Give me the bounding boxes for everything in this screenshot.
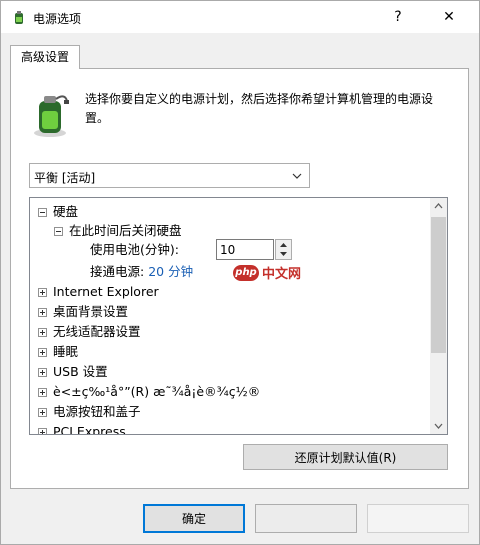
tree-node-label: è<±ç‰¹å°”(R) æ˜¾å¡è®¾ç½® xyxy=(53,384,261,399)
apply-button xyxy=(367,504,469,533)
close-button[interactable]: ✕ xyxy=(429,5,469,29)
spinner xyxy=(275,239,292,260)
expand-icon[interactable] xyxy=(38,368,47,377)
expand-icon[interactable] xyxy=(38,408,47,417)
tree-node-label: Internet Explorer xyxy=(53,284,159,299)
watermark-badge: php xyxy=(233,265,259,281)
tree-node-pci-express[interactable]: PCI Express xyxy=(38,422,126,435)
on-battery-label: 使用电池(分钟): xyxy=(90,242,179,257)
tree-node-internet-explorer[interactable]: Internet Explorer xyxy=(38,282,159,301)
description-text: 选择你要自定义的电源计划，然后选择你希望计算机管理的电源设置。 xyxy=(85,92,434,125)
tree-node-label: 硬盘 xyxy=(53,204,79,219)
power-options-icon xyxy=(15,11,23,24)
ok-button[interactable]: 确定 xyxy=(143,504,245,533)
cancel-button[interactable] xyxy=(255,504,357,533)
tree-node-label: 睡眠 xyxy=(53,344,79,359)
collapse-icon[interactable] xyxy=(38,208,47,217)
plugged-in-value-link[interactable]: 20 分钟 xyxy=(148,264,193,279)
spin-up-icon[interactable] xyxy=(276,240,291,249)
spin-down-icon[interactable] xyxy=(276,250,291,259)
plugged-in-row: 接通电源: 20 分钟 xyxy=(90,262,193,281)
help-button[interactable]: ? xyxy=(381,5,415,29)
collapse-icon[interactable] xyxy=(54,227,63,236)
tree-node-wireless-adapter[interactable]: 无线适配器设置 xyxy=(38,322,141,341)
expand-icon[interactable] xyxy=(38,428,47,434)
scroll-down-icon[interactable] xyxy=(430,417,447,434)
tree-node-usb-settings[interactable]: USB 设置 xyxy=(38,362,108,381)
tree-node-sleep[interactable]: 睡眠 xyxy=(38,342,78,361)
power-plan-selected-value: 平衡 [活动] xyxy=(34,171,96,185)
tree-node-label: PCI Express xyxy=(53,424,126,435)
chevron-down-icon xyxy=(292,173,302,179)
tree-node-label: 电源按钮和盖子 xyxy=(53,404,141,419)
tree-node-label: 在此时间后关闭硬盘 xyxy=(69,223,182,238)
tree-node-label: 桌面背景设置 xyxy=(53,304,129,319)
battery-power-icon xyxy=(34,95,69,137)
tree-node-label: USB 设置 xyxy=(53,364,108,379)
window-title: 电源选项 xyxy=(33,12,82,26)
watermark-text: 中文网 xyxy=(262,267,302,282)
power-options-dialog: 电源选项 ? ✕ 高级设置 选择你要自定义的电源计划，然后选择你希望计算机管理的… xyxy=(0,0,480,545)
tab-advanced-settings[interactable]: 高级设置 xyxy=(10,45,80,69)
scrollbar-thumb[interactable] xyxy=(431,217,446,353)
expand-icon[interactable] xyxy=(38,328,47,337)
scroll-up-icon[interactable] xyxy=(430,198,447,215)
on-battery-minutes-input[interactable] xyxy=(216,239,274,260)
tree-node-graphics-settings[interactable]: è<±ç‰¹å°”(R) æ˜¾å¡è®¾ç½® xyxy=(38,382,260,401)
title-bar: 电源选项 ? ✕ xyxy=(1,1,479,33)
tree-node-harddisk[interactable]: 硬盘 xyxy=(38,202,78,221)
tree-node-label: 无线适配器设置 xyxy=(53,324,141,339)
expand-icon[interactable] xyxy=(38,308,47,317)
tree-node-turn-off-harddisk[interactable]: 在此时间后关闭硬盘 xyxy=(54,221,182,240)
tree-node-power-buttons-lid[interactable]: 电源按钮和盖子 xyxy=(38,402,141,421)
power-plan-select[interactable]: 平衡 [活动] xyxy=(29,163,310,188)
tree-node-desktop-background[interactable]: 桌面背景设置 xyxy=(38,302,128,321)
expand-icon[interactable] xyxy=(38,288,47,297)
tree-scrollbar[interactable] xyxy=(430,198,447,434)
restore-defaults-button[interactable]: 还原计划默认值(R) xyxy=(243,444,448,470)
expand-icon[interactable] xyxy=(38,388,47,397)
plugged-in-label: 接通电源: xyxy=(90,264,145,279)
expand-icon[interactable] xyxy=(38,348,47,357)
power-settings-tree[interactable]: 硬盘 在此时间后关闭硬盘 使用电池(分钟): 接通电源: 20 分钟 Inter… xyxy=(29,197,448,435)
